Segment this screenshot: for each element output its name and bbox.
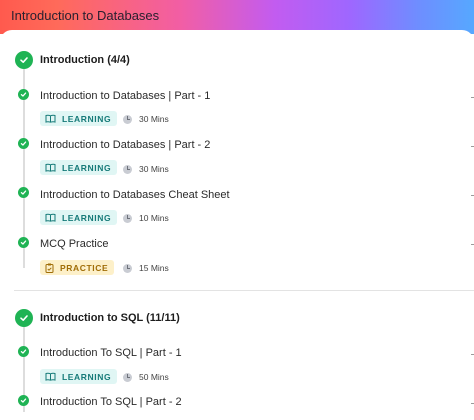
lesson-title[interactable]: Introduction to Databases | Part - 1 [40, 90, 210, 102]
clock-icon [123, 114, 132, 124]
lesson-duration: 30 Mins [123, 114, 169, 124]
clock-icon [123, 164, 132, 174]
section-title[interactable]: Introduction to SQL (11/11) [40, 312, 180, 324]
item-complete-icon [18, 237, 29, 248]
learning-badge: LEARNING [40, 369, 118, 384]
book-icon [45, 114, 56, 123]
badge-label: LEARNING [62, 113, 112, 124]
duration-text: 30 Mins [139, 114, 169, 124]
lesson-duration: 15 Mins [123, 263, 169, 273]
item-complete-icon [18, 89, 29, 100]
duration-text: 30 Mins [139, 164, 169, 174]
clock-icon [123, 213, 132, 223]
section-divider [14, 290, 474, 291]
course-header: Introduction to Databases [0, 0, 474, 34]
course-title: Introduction to Databases [11, 8, 160, 23]
lesson-title[interactable]: Introduction To SQL | Part - 1 [40, 347, 182, 359]
section-title[interactable]: Introduction (4/4) [40, 54, 130, 66]
badge-label: PRACTICE [60, 262, 109, 273]
section-complete-icon [15, 309, 33, 327]
lesson-title[interactable]: MCQ Practice [40, 238, 108, 250]
item-complete-icon [18, 395, 29, 406]
lesson-title[interactable]: Introduction to Databases Cheat Sheet [40, 189, 230, 201]
lesson-title[interactable]: Introduction To SQL | Part - 2 [40, 396, 182, 408]
clock-icon [123, 263, 132, 273]
item-complete-icon [18, 346, 29, 357]
item-complete-icon [18, 187, 29, 198]
book-icon [45, 372, 56, 381]
learning-badge: LEARNING [40, 160, 118, 175]
lesson-duration: 50 Mins [123, 372, 169, 382]
book-icon [45, 163, 56, 172]
duration-text: 50 Mins [139, 372, 169, 382]
learning-badge: LEARNING [40, 210, 118, 225]
lesson-duration: 10 Mins [123, 213, 169, 223]
badge-label: LEARNING [62, 162, 112, 173]
duration-text: 15 Mins [139, 263, 169, 273]
clock-icon [123, 372, 132, 382]
badge-label: LEARNING [62, 212, 112, 223]
course-content-card [0, 30, 474, 420]
book-icon [45, 213, 56, 222]
lesson-title[interactable]: Introduction to Databases | Part - 2 [40, 139, 210, 151]
learning-badge: LEARNING [40, 111, 118, 126]
practice-badge: PRACTICE [40, 260, 115, 275]
clipboard-icon [45, 263, 54, 273]
section-complete-icon [15, 51, 33, 69]
lesson-duration: 30 Mins [123, 164, 169, 174]
duration-text: 10 Mins [139, 213, 169, 223]
item-complete-icon [18, 138, 29, 149]
badge-label: LEARNING [62, 371, 112, 382]
